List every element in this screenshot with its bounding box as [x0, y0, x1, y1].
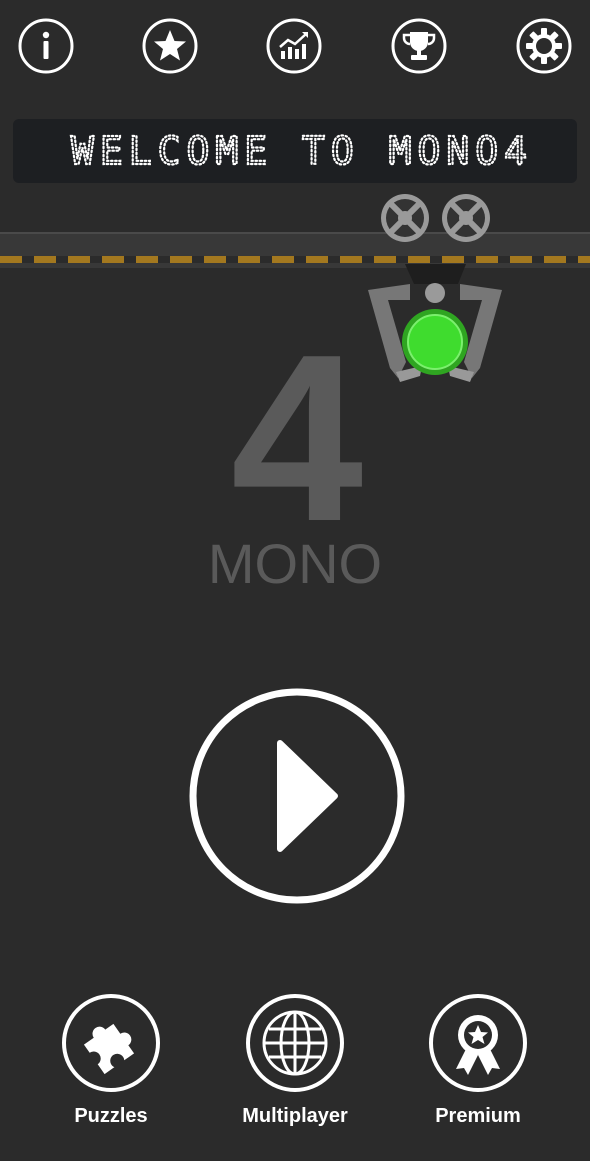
info-button[interactable]	[18, 18, 74, 74]
banner-text: WELCOME TO MONO4	[71, 129, 533, 173]
premium-button[interactable]: Premium	[408, 993, 548, 1128]
statistics-button[interactable]	[266, 18, 322, 74]
wheel-icon	[442, 194, 490, 242]
premium-label: Premium	[435, 1105, 521, 1127]
settings-button[interactable]	[516, 18, 572, 74]
stats-chart-icon	[266, 18, 322, 74]
wheel-icon	[381, 194, 429, 242]
led-text-display: WELCOME TO MONO4	[70, 128, 533, 174]
multiplayer-label: Multiplayer	[242, 1105, 348, 1127]
welcome-banner: WELCOME TO MONO4	[13, 119, 577, 183]
favorites-button[interactable]	[142, 18, 198, 74]
puzzles-button[interactable]: Puzzles	[41, 993, 181, 1128]
star-icon	[142, 18, 198, 74]
globe-icon	[246, 994, 344, 1092]
trophy-icon	[391, 18, 447, 74]
award-badge-icon	[429, 994, 527, 1092]
info-icon	[18, 18, 74, 74]
puzzle-piece-icon	[62, 994, 160, 1092]
settings-gear-icon	[516, 18, 572, 74]
logo-number: 4	[230, 306, 363, 571]
puzzles-label: Puzzles	[74, 1105, 148, 1127]
leaderboard-button[interactable]	[391, 18, 447, 74]
play-button[interactable]	[188, 687, 406, 905]
multiplayer-button[interactable]: Multiplayer	[225, 993, 365, 1128]
logo-word: MONO	[207, 532, 383, 595]
play-icon	[189, 688, 405, 904]
